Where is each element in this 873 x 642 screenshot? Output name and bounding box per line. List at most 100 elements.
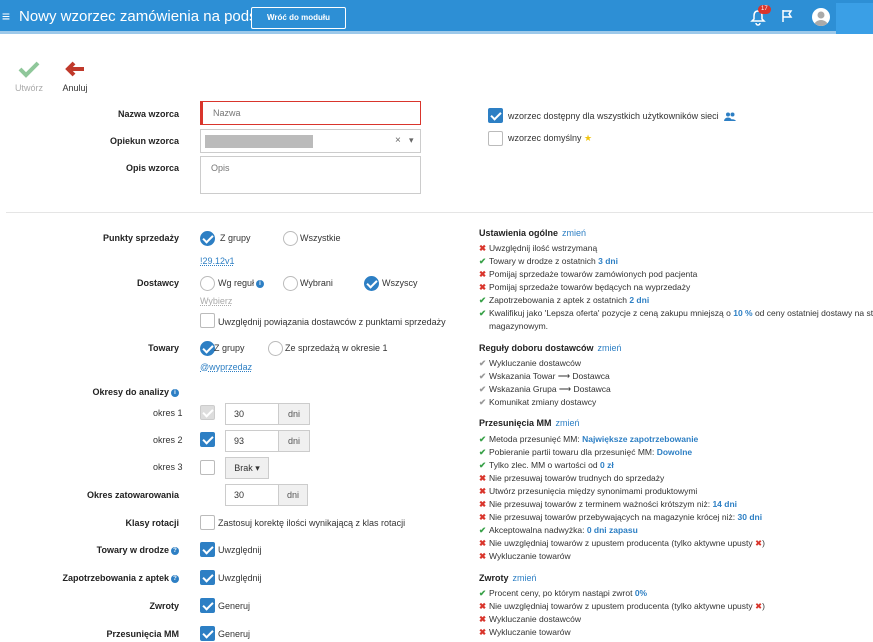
period3-checkbox[interactable] — [200, 460, 215, 475]
rotation-text: Zastosuj korektę ilości wynikającą z kla… — [218, 518, 406, 528]
star-icon: ★ — [584, 133, 593, 143]
cancel-button[interactable]: Anuluj — [58, 60, 92, 93]
summary-item-text: Nie przesuwaj towarów trudnych do sprzed… — [489, 473, 665, 483]
summary-item-text: Wskazania Towar ⟶ Dostawca — [489, 371, 610, 381]
check-icon: ✔ — [479, 397, 487, 407]
owner-label: Opiekun wzorca — [109, 136, 179, 146]
check-icon — [18, 61, 40, 78]
summary-item: ✖ Nie przesuwaj towarów z terminem ważnoś… — [479, 499, 737, 510]
summary-item: ✔ Akceptowalna nadwyżka: 0 dni zapasu — [479, 525, 638, 536]
default-checkbox[interactable] — [488, 131, 503, 146]
returns-checkbox[interactable] — [200, 598, 215, 613]
description-input[interactable] — [200, 156, 421, 194]
mm-checkbox[interactable] — [200, 626, 215, 641]
hamburger-menu-icon[interactable]: ≡ — [0, 8, 12, 24]
summary-item-text: Procent ceny, po którym nastąpi zwrot — [489, 588, 635, 598]
create-label: Utwórz — [14, 83, 43, 93]
period2-checkbox[interactable] — [200, 432, 215, 447]
transit-checkbox[interactable] — [200, 542, 215, 557]
supplier-links-checkbox[interactable] — [200, 313, 215, 328]
period3-dropdown[interactable]: Brak ▾ — [225, 457, 269, 479]
summary-item-value: 14 dni — [712, 499, 737, 509]
cross-icon: ✖ — [479, 512, 487, 522]
goods-group-label: Z grupy — [214, 343, 245, 353]
summary-item-text: Zapotrzebowania z aptek z ostatnich — [489, 295, 630, 305]
info-icon[interactable]: i — [256, 279, 265, 288]
summary-item-value: Dowolne — [656, 447, 693, 457]
suppliers-rules-radio[interactable] — [200, 276, 215, 291]
create-button[interactable]: Utwórz — [12, 60, 46, 93]
general-change-link[interactable]: zmień — [562, 228, 586, 238]
rotation-checkbox[interactable] — [200, 515, 215, 530]
pos-all-label: Wszystkie — [300, 233, 341, 243]
info-icon[interactable]: i — [171, 388, 179, 397]
rules-change-link[interactable]: zmień — [598, 343, 622, 353]
general-settings-title: Ustawienia ogólne — [479, 228, 559, 238]
cross-icon: ✖ — [479, 282, 487, 292]
goods-sold-label: Ze sprzedażą w okresie 1 — [285, 343, 388, 353]
suppliers-selected-radio[interactable] — [283, 276, 298, 291]
flag-icon[interactable] — [780, 9, 794, 23]
check-icon: ✔ — [479, 371, 487, 381]
pos-group-link[interactable]: !29.12v1 — [200, 256, 235, 266]
transit-label: Towary w drodze? — [60, 545, 179, 555]
summary-item: ✖ Wykluczanie towarów — [479, 551, 571, 562]
demand-text: Uwzględnij — [218, 573, 262, 583]
summary-item: ✖ Utwórz przesunięcia między synonimami p… — [479, 486, 697, 497]
demand-label: Zapotrzebowania z aptek? — [60, 573, 179, 583]
summary-item: ✔ Pobieranie partii towaru dla przesunięć… — [479, 447, 692, 458]
header-right-panel[interactable] — [836, 3, 873, 34]
goods-group-radio[interactable] — [200, 341, 215, 356]
goods-group-link[interactable]: @wyprzedaz — [200, 362, 252, 372]
notification-badge: 17 — [758, 5, 771, 14]
cross-icon: ✖ — [479, 601, 487, 611]
period1-input[interactable]: 30 — [225, 403, 279, 425]
cross-icon: ✖ — [479, 538, 487, 548]
owner-select[interactable]: × ▾ — [200, 129, 421, 153]
default-label: wzorzec domyślny ★ — [508, 133, 592, 144]
divider — [6, 212, 873, 213]
check-icon: ✔ — [479, 525, 487, 535]
pos-group-radio[interactable] — [200, 231, 215, 246]
summary-item: magazynowym. — [479, 321, 548, 331]
goods-sold-radio[interactable] — [268, 341, 283, 356]
periods-label: Okresy do analizy i — [60, 387, 179, 397]
hold-period-input[interactable]: 30 — [225, 484, 279, 506]
suppliers-all-radio[interactable] — [364, 276, 379, 291]
summary-item-text: Nie uwzględniaj towarów z upustem produc… — [489, 538, 755, 548]
period1-unit: dni — [278, 403, 310, 425]
help-icon[interactable]: ? — [171, 546, 179, 555]
cross-icon: ✖ — [479, 627, 487, 637]
mm-change-link[interactable]: zmień — [556, 418, 580, 428]
shared-checkbox[interactable] — [488, 108, 503, 123]
period2-label: okres 2 — [153, 435, 183, 445]
summary-item: ✔ Komunikat zmiany dostawcy — [479, 397, 596, 408]
rotation-label: Klasy rotacji — [125, 518, 179, 528]
summary-item-text: Kwalifikuj jako 'Lepsza oferta' pozycje … — [489, 308, 734, 318]
returns-heading: Zwroty zmień — [479, 573, 537, 583]
summary-item-text: Wykluczanie towarów — [489, 627, 571, 637]
default-text: wzorzec domyślny — [508, 133, 582, 143]
periods-text: Okresy do analizy — [92, 387, 169, 397]
summary-item: ✖ Wykluczanie dostawców — [479, 614, 581, 625]
chevron-down-icon[interactable]: ▾ — [409, 135, 414, 146]
summary-item-text: Wykluczanie dostawców — [489, 614, 582, 624]
returns-change-link[interactable]: zmień — [513, 573, 537, 583]
avatar[interactable] — [812, 8, 830, 26]
help-icon[interactable]: ? — [171, 574, 179, 583]
pos-all-radio[interactable] — [283, 231, 298, 246]
demand-checkbox[interactable] — [200, 570, 215, 585]
clear-icon[interactable]: × — [395, 135, 401, 146]
summary-item-text: Wskazania Grupa ⟶ Dostawca — [489, 384, 611, 394]
back-to-templates-button[interactable]: Wróć do modułu Wzorce — [251, 7, 346, 42]
period2-input[interactable]: 93 — [225, 430, 279, 452]
cross-icon: ✖ — [479, 614, 487, 624]
transit-text: Uwzględnij — [218, 545, 262, 555]
summary-item: ✔ Metoda przesunięć MM: Największe zapotr… — [479, 434, 698, 445]
name-input[interactable] — [200, 101, 421, 125]
summary-item: ✔ Zapotrzebowania z aptek z ostatnich 2 d… — [479, 295, 649, 306]
summary-item: ✖ Uwzględnij ilość wstrzymaną — [479, 243, 597, 254]
shared-text: wzorzec dostępny dla wszystkich użytkown… — [508, 111, 719, 121]
suppliers-choose-link[interactable]: Wybierz — [200, 296, 232, 306]
owner-value — [205, 135, 313, 148]
